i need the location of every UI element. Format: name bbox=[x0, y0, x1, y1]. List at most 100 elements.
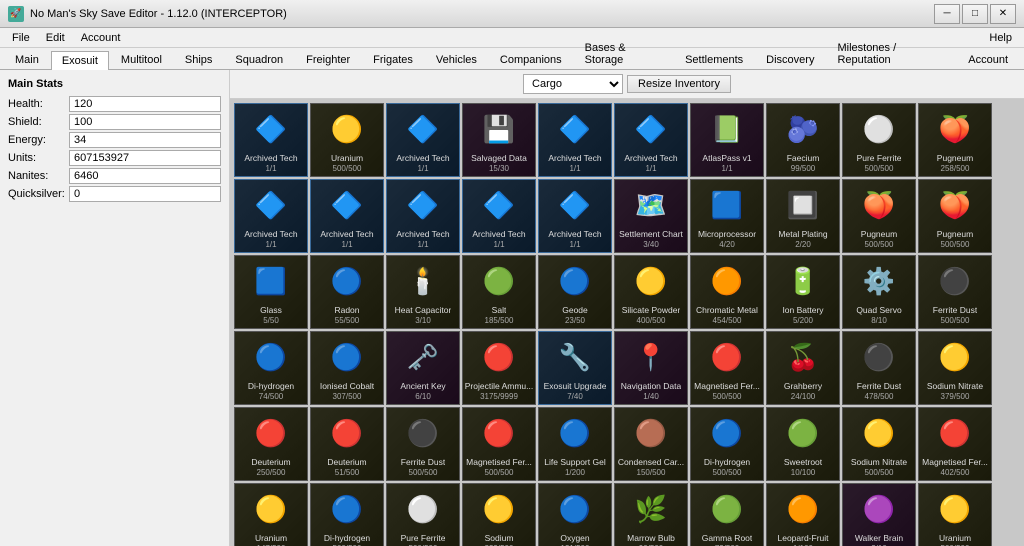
inventory-cell[interactable]: 📍Navigation Data1/40 bbox=[614, 331, 688, 405]
inventory-cell[interactable]: ⚫Ferrite Dust478/500 bbox=[842, 331, 916, 405]
inventory-cell[interactable]: ⚪Pure Ferrite500/500 bbox=[386, 483, 460, 546]
menu-help[interactable]: Help bbox=[981, 30, 1020, 46]
inventory-cell[interactable]: 🌿Marrow Bulb90/500 bbox=[614, 483, 688, 546]
inventory-cell[interactable]: 💾Salvaged Data15/30 bbox=[462, 103, 536, 177]
inventory-cell[interactable]: 🔵Life Support Gel1/200 bbox=[538, 407, 612, 481]
menu-edit[interactable]: Edit bbox=[38, 30, 73, 46]
inventory-cell[interactable]: 🗝️Ancient Key6/10 bbox=[386, 331, 460, 405]
inventory-cell[interactable]: 🔴Magnetised Fer...500/500 bbox=[690, 331, 764, 405]
inventory-cell[interactable]: 📗AtlasPass v11/1 bbox=[690, 103, 764, 177]
inventory-cell[interactable]: 🔵Radon55/500 bbox=[310, 255, 384, 329]
inventory-cell[interactable]: 🍑Pugneum500/500 bbox=[918, 179, 992, 253]
inventory-cell[interactable]: 🔷Archived Tech1/1 bbox=[310, 179, 384, 253]
health-input[interactable] bbox=[69, 96, 221, 112]
inventory-cell[interactable]: 🍑Pugneum500/500 bbox=[842, 179, 916, 253]
inventory-cell[interactable]: 🔵Di-hydrogen500/500 bbox=[690, 407, 764, 481]
tab-squadron[interactable]: Squadron bbox=[224, 50, 294, 69]
inventory-cell[interactable]: 🔷Archived Tech1/1 bbox=[386, 103, 460, 177]
inventory-cell[interactable]: 🍒Grahberry24/100 bbox=[766, 331, 840, 405]
quicksilver-input[interactable] bbox=[69, 186, 221, 202]
inventory-cell[interactable]: 🔴Deuterium51/500 bbox=[310, 407, 384, 481]
item-name: Archived Tech bbox=[244, 229, 297, 239]
tab-settlements[interactable]: Settlements bbox=[674, 50, 754, 69]
inventory-cell[interactable]: ⚪Pure Ferrite500/500 bbox=[842, 103, 916, 177]
inventory-cell[interactable]: 🔴Projectile Ammu...3175/9999 bbox=[462, 331, 536, 405]
inventory-cell[interactable]: 🟡Sodium Nitrate379/500 bbox=[918, 331, 992, 405]
units-label: Units: bbox=[8, 152, 69, 164]
inventory-cell[interactable]: ⚙️Quad Servo8/10 bbox=[842, 255, 916, 329]
inventory-cell[interactable]: 🔷Archived Tech1/1 bbox=[462, 179, 536, 253]
maximize-button[interactable]: □ bbox=[962, 4, 988, 24]
inventory-cell[interactable]: 🕯️Heat Capacitor3/10 bbox=[386, 255, 460, 329]
inventory-cell[interactable]: 🟡Uranium147/500 bbox=[234, 483, 308, 546]
item-count: 8/10 bbox=[871, 316, 887, 325]
inventory-cell[interactable]: 🔵Di-hydrogen500/500 bbox=[310, 483, 384, 546]
inventory-cell[interactable]: 🟡Sodium Nitrate500/500 bbox=[842, 407, 916, 481]
menu-file[interactable]: File bbox=[4, 30, 38, 46]
item-name: Di-hydrogen bbox=[704, 457, 750, 467]
shield-input[interactable] bbox=[69, 114, 221, 130]
inventory-cell[interactable]: 🔵Ionised Cobalt307/500 bbox=[310, 331, 384, 405]
item-icon: 🕯️ bbox=[401, 259, 445, 303]
inventory-cell[interactable]: 🔋Ion Battery5/200 bbox=[766, 255, 840, 329]
inventory-cell[interactable]: 🔷Archived Tech1/1 bbox=[234, 179, 308, 253]
inventory-cell[interactable]: 🔧Exosuit Upgrade7/40 bbox=[538, 331, 612, 405]
inventory-cell[interactable]: 🟡Silicate Powder400/500 bbox=[614, 255, 688, 329]
tab-frigates[interactable]: Frigates bbox=[362, 50, 424, 69]
item-count: 500/500 bbox=[941, 240, 970, 249]
inventory-cell[interactable]: ⚫Ferrite Dust500/500 bbox=[918, 255, 992, 329]
nanites-label: Nanites: bbox=[8, 170, 69, 182]
inventory-cell[interactable]: 🔴Deuterium250/500 bbox=[234, 407, 308, 481]
tab-bases-storage[interactable]: Bases & Storage bbox=[574, 38, 673, 69]
inventory-cell[interactable]: 🔵Di-hydrogen74/500 bbox=[234, 331, 308, 405]
inventory-cell[interactable]: 🟦Microprocessor4/20 bbox=[690, 179, 764, 253]
inventory-area[interactable]: 🔷Archived Tech1/1🟡Uranium500/500🔷Archive… bbox=[230, 99, 1024, 546]
tab-vehicles[interactable]: Vehicles bbox=[425, 50, 488, 69]
tab-freighter[interactable]: Freighter bbox=[295, 50, 361, 69]
tab-ships[interactable]: Ships bbox=[174, 50, 224, 69]
inventory-cell[interactable]: 🔷Archived Tech1/1 bbox=[538, 103, 612, 177]
inventory-cell[interactable]: 🔴Magnetised Fer...402/500 bbox=[918, 407, 992, 481]
tab-multitool[interactable]: Multitool bbox=[110, 50, 173, 69]
inventory-cell[interactable]: 🔷Archived Tech1/1 bbox=[234, 103, 308, 177]
tab-exosuit[interactable]: Exosuit bbox=[51, 51, 109, 70]
item-icon: 🔴 bbox=[477, 335, 521, 379]
tab-account[interactable]: Account bbox=[957, 50, 1019, 69]
menu-account[interactable]: Account bbox=[73, 30, 129, 46]
inventory-cell[interactable]: 🔴Magnetised Fer...500/500 bbox=[462, 407, 536, 481]
inventory-cell[interactable]: 🗺️Settlement Chart3/40 bbox=[614, 179, 688, 253]
inventory-cell[interactable]: 🟢Gamma Root73/500 bbox=[690, 483, 764, 546]
stat-energy: Energy: bbox=[8, 132, 221, 148]
inventory-cell[interactable]: 🟣Walker Brain2/10 bbox=[842, 483, 916, 546]
resize-inventory-button[interactable]: Resize Inventory bbox=[627, 75, 731, 93]
inventory-cell[interactable]: 🔵Oxygen131/500 bbox=[538, 483, 612, 546]
inventory-cell[interactable]: 🟦Glass5/50 bbox=[234, 255, 308, 329]
inventory-cell[interactable]: 🟢Salt185/500 bbox=[462, 255, 536, 329]
inventory-cell[interactable]: 🟡Sodium239/500 bbox=[462, 483, 536, 546]
tab-discovery[interactable]: Discovery bbox=[755, 50, 825, 69]
inventory-cell[interactable]: 🟡Uranium500/500 bbox=[918, 483, 992, 546]
cargo-select[interactable]: Cargo General Technology bbox=[523, 74, 623, 94]
inventory-cell[interactable]: 🔲Metal Plating2/20 bbox=[766, 179, 840, 253]
inventory-cell[interactable]: 🟤Condensed Car...150/500 bbox=[614, 407, 688, 481]
inventory-cell[interactable]: 🟠Leopard-Fruit1/100 bbox=[766, 483, 840, 546]
tab-main[interactable]: Main bbox=[4, 50, 50, 69]
inventory-cell[interactable]: ⚫Ferrite Dust500/500 bbox=[386, 407, 460, 481]
inventory-cell[interactable]: 🫐Faecium99/500 bbox=[766, 103, 840, 177]
inventory-cell[interactable]: 🔷Archived Tech1/1 bbox=[538, 179, 612, 253]
close-button[interactable]: ✕ bbox=[990, 4, 1016, 24]
nanites-input[interactable] bbox=[69, 168, 221, 184]
inventory-cell[interactable]: 🟡Uranium500/500 bbox=[310, 103, 384, 177]
tab-milestones[interactable]: Milestones / Reputation bbox=[826, 38, 956, 69]
inventory-cell[interactable]: 🟢Sweetroot10/100 bbox=[766, 407, 840, 481]
inventory-cell[interactable]: 🔵Geode23/50 bbox=[538, 255, 612, 329]
inventory-cell[interactable]: 🍑Pugneum258/500 bbox=[918, 103, 992, 177]
inventory-cell[interactable]: 🔷Archived Tech1/1 bbox=[614, 103, 688, 177]
energy-input[interactable] bbox=[69, 132, 221, 148]
units-input[interactable] bbox=[69, 150, 221, 166]
tab-companions[interactable]: Companions bbox=[489, 50, 573, 69]
inventory-cell[interactable]: 🔷Archived Tech1/1 bbox=[386, 179, 460, 253]
item-name: Glass bbox=[260, 305, 282, 315]
inventory-cell[interactable]: 🟠Chromatic Metal454/500 bbox=[690, 255, 764, 329]
minimize-button[interactable]: ─ bbox=[934, 4, 960, 24]
